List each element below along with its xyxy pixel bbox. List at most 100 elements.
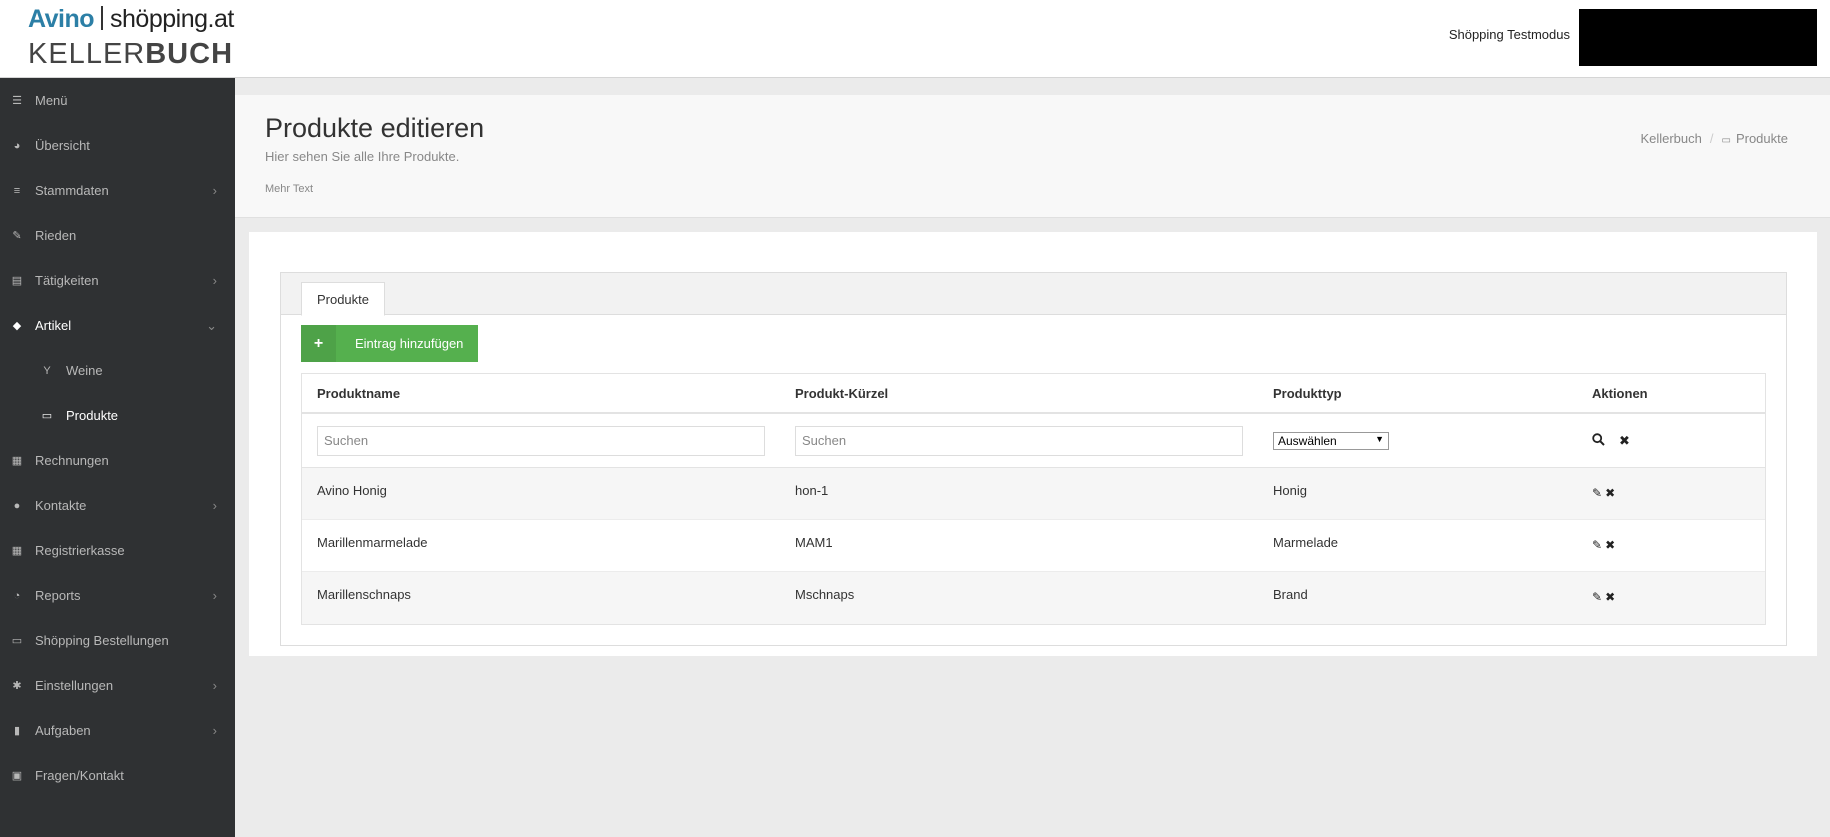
- sidebar-item-label: Produkte: [66, 408, 119, 423]
- cell-product-name: Avino Honig: [317, 483, 387, 498]
- dashboard-icon: ◕: [13, 139, 21, 152]
- table-row: Avino Honig hon-1 Honig ✎ ✖: [302, 468, 1765, 520]
- cell-product-type: Marmelade: [1273, 535, 1339, 550]
- sidebar-item-fragen-kontakt[interactable]: ▣ Fragen/Kontakt: [0, 753, 235, 798]
- sidebar-item-aufgaben[interactable]: ▮ Aufgaben ›: [0, 708, 235, 753]
- page-subtitle: Hier sehen Sie alle Ihre Produkte.: [265, 149, 460, 164]
- contact-card-icon: ▣: [11, 770, 23, 782]
- sidebar-item-uebersicht[interactable]: ◕ Übersicht: [0, 123, 235, 168]
- delete-icon[interactable]: ✖: [1605, 591, 1615, 603]
- sliders-icon: ≡: [13, 184, 21, 197]
- sidebar-item-label: Rechnungen: [35, 453, 109, 468]
- code-search-input[interactable]: [795, 425, 1243, 456]
- edit-icon[interactable]: ✎: [1592, 539, 1602, 551]
- table-row: Marillenmarmelade MAM1 Marmelade ✎ ✖: [302, 520, 1765, 572]
- sidebar-item-label: Registrierkasse: [35, 543, 125, 558]
- sidebar-item-label: Einstellungen: [35, 678, 114, 693]
- sidebar-item-weine[interactable]: Y Weine: [0, 348, 235, 393]
- cube-icon: ◆: [12, 320, 22, 332]
- column-header-aktionen: Aktionen: [1592, 385, 1648, 401]
- breadcrumb: Kellerbuch / ▭ Produkte: [1640, 131, 1788, 146]
- sidebar-item-rechnungen[interactable]: ▦ Rechnungen: [0, 438, 235, 483]
- bookmark-icon: ▮: [13, 725, 21, 737]
- logo-word-buch: BUCH: [145, 38, 234, 70]
- plus-icon: +: [301, 325, 336, 362]
- cell-product-code: MAM1: [795, 535, 833, 550]
- invoice-icon: ▦: [11, 455, 23, 467]
- more-text: Mehr Text: [265, 183, 314, 195]
- users-icon: ●: [13, 499, 21, 512]
- breadcrumb-item-produkte: Produkte: [1735, 131, 1788, 146]
- logo-divider: [101, 6, 104, 30]
- sidebar-item-rieden[interactable]: ✎ Rieden: [0, 213, 235, 258]
- page-header: Produkte editieren Hier sehen Sie alle I…: [235, 95, 1830, 218]
- sidebar-item-label: Übersicht: [35, 138, 90, 153]
- chevron-right-icon: ›: [212, 723, 217, 738]
- sidebar: ☰ Menü ◕ Übersicht ≡ Stammdaten › ✎ Ried…: [0, 78, 235, 837]
- sidebar-item-artikel[interactable]: ◆ Artikel ⌄: [0, 303, 235, 348]
- sidebar-item-produkte[interactable]: ▭ Produkte: [0, 393, 235, 438]
- inbox-icon: ▭: [1721, 135, 1731, 146]
- gear-icon: ✱: [12, 680, 22, 692]
- type-select[interactable]: Auswählen ▼: [1273, 431, 1389, 450]
- sidebar-item-label: Artikel: [35, 318, 72, 333]
- sidebar-item-label: Weine: [66, 363, 103, 378]
- sidebar-item-kontakte[interactable]: ● Kontakte ›: [0, 483, 235, 528]
- column-header-produktname[interactable]: Produktname: [317, 374, 765, 412]
- name-search-input[interactable]: [317, 425, 765, 456]
- page-title: Produkte editieren: [265, 113, 485, 143]
- cell-product-name: Marillenmarmelade: [317, 535, 428, 550]
- sidebar-item-shoepping-bestellungen[interactable]: ▭ Shöpping Bestellungen: [0, 618, 235, 663]
- type-select-value: Auswählen: [1278, 433, 1337, 448]
- sidebar-item-reports[interactable]: ◔ Reports ›: [0, 573, 235, 618]
- logo-shop: shöpping.at: [110, 5, 234, 33]
- tab-produkte[interactable]: Produkte: [301, 282, 385, 316]
- column-header-produkttyp[interactable]: Produkttyp: [1273, 374, 1573, 412]
- content-panel: Produkte + Eintrag hinzufügen Produktnam…: [249, 232, 1817, 656]
- sidebar-item-label: Aufgaben: [35, 723, 91, 738]
- delete-icon[interactable]: ✖: [1605, 487, 1615, 499]
- calculator-icon: ▦: [11, 545, 23, 557]
- inbox-icon: ▭: [41, 410, 53, 422]
- table-row: Marillenschnaps Mschnaps Brand ✎ ✖: [302, 572, 1765, 624]
- dropdown-arrow-icon: ▼: [1375, 433, 1384, 444]
- add-entry-button[interactable]: + Eintrag hinzufügen: [301, 325, 478, 362]
- breadcrumb-item-kellerbuch[interactable]: Kellerbuch: [1640, 131, 1701, 146]
- cell-product-code: hon-1: [795, 483, 829, 498]
- column-header-produkt-kuerzel[interactable]: Produkt-Kürzel: [795, 374, 1243, 412]
- chevron-right-icon: ›: [212, 498, 217, 513]
- inbox-icon: ▭: [11, 635, 23, 647]
- test-mode-label: Shöpping Testmodus: [1448, 27, 1570, 42]
- chevron-down-icon: ⌄: [206, 317, 217, 333]
- sidebar-item-label: Stammdaten: [35, 183, 109, 198]
- products-table: Produktname Produkt-Kürzel Produkttyp Ak…: [301, 373, 1766, 625]
- edit-icon[interactable]: ✎: [1592, 591, 1602, 603]
- sidebar-item-label: Reports: [35, 588, 81, 603]
- cell-product-type: Brand: [1273, 587, 1308, 602]
- sidebar-item-einstellungen[interactable]: ✱ Einstellungen ›: [0, 663, 235, 708]
- edit-icon[interactable]: ✎: [1592, 487, 1602, 499]
- table-filter-row: Auswählen ▼ ✖: [302, 414, 1765, 468]
- pie-chart-icon: ◔: [13, 589, 21, 602]
- sidebar-item-stammdaten[interactable]: ≡ Stammdaten ›: [0, 168, 235, 213]
- clear-filter-icon[interactable]: ✖: [1619, 434, 1630, 447]
- chevron-right-icon: ›: [212, 678, 217, 693]
- sidebar-item-label: Kontakte: [35, 498, 87, 513]
- sidebar-item-label: Rieden: [35, 228, 77, 243]
- tab-bar: Produkte: [281, 273, 1786, 316]
- sidebar-item-label: Shöpping Bestellungen: [35, 633, 169, 648]
- sidebar-item-label: Fragen/Kontakt: [35, 768, 124, 783]
- sidebar-item-menu[interactable]: ☰ Menü: [0, 78, 235, 123]
- cell-product-name: Marillenschnaps: [317, 587, 411, 602]
- add-entry-label: Eintrag hinzufügen: [355, 336, 464, 351]
- sidebar-item-label: Tätigkeiten: [35, 273, 99, 288]
- cell-product-type: Honig: [1273, 483, 1307, 498]
- search-icon[interactable]: [1592, 433, 1605, 448]
- sidebar-item-taetigkeiten[interactable]: ▤ Tätigkeiten ›: [0, 258, 235, 303]
- logo-word-keller: KELLER: [28, 38, 146, 70]
- pencil-icon: ✎: [12, 230, 22, 242]
- sidebar-item-registrierkasse[interactable]: ▦ Registrierkasse: [0, 528, 235, 573]
- app-logo[interactable]: Avino shöpping.at KELLERBUCH: [28, 5, 248, 73]
- delete-icon[interactable]: ✖: [1605, 539, 1615, 551]
- chevron-right-icon: ›: [212, 183, 217, 198]
